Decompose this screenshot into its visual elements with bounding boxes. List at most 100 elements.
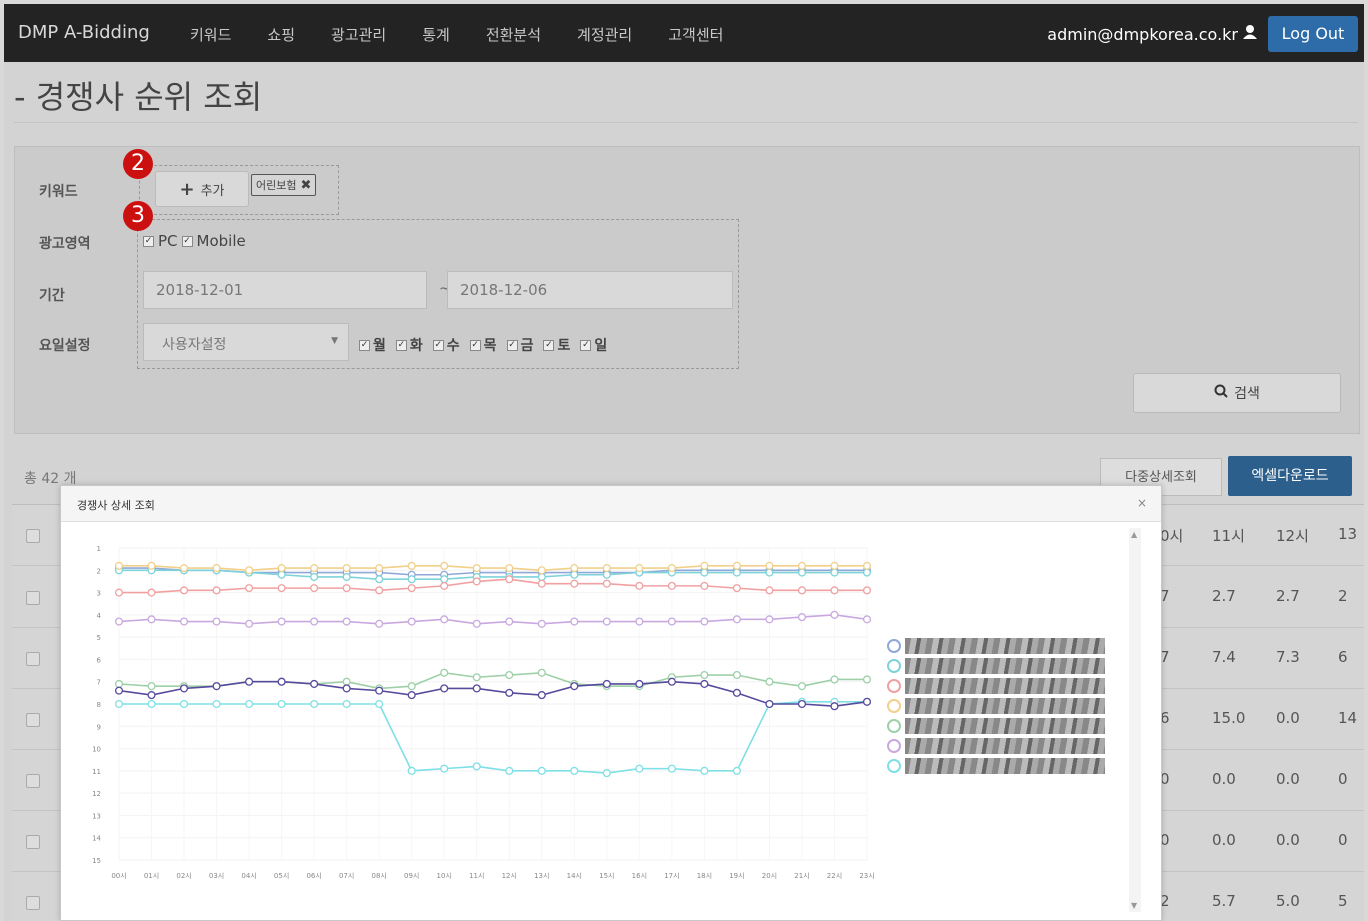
series-point [114,561,124,570]
day-checkbox[interactable]: ✓ [359,339,370,351]
y-tick-label: 15 [92,857,101,865]
series-point [570,570,579,579]
series-line [118,680,868,708]
legend-item[interactable] [887,716,1105,736]
legend-label-redacted [905,638,1105,654]
logout-button[interactable]: Log Out [1268,16,1358,52]
series-point [245,584,254,593]
legend-item[interactable] [887,656,1105,676]
series-point [830,568,839,577]
menu-item-shopping[interactable]: 쇼핑 [267,24,295,45]
add-keyword-button[interactable]: + 추가 [155,171,249,207]
day-label: 토 [557,338,571,354]
scroll-up-icon[interactable]: ▲ [1131,530,1137,539]
series-point [537,619,546,628]
remove-tag-icon[interactable]: ✖ [300,178,311,193]
legend-item[interactable] [887,676,1105,696]
series-point [830,702,839,711]
series-point [700,670,709,680]
table-cell: 2 [1338,587,1348,605]
legend-marker [887,759,901,773]
series-point [830,586,839,595]
legend-marker [887,659,901,673]
series-point [407,682,416,691]
pc-checkbox[interactable]: ✓ [143,235,154,247]
legend-item[interactable] [887,636,1105,656]
series-point [277,584,286,593]
user-icon [1242,24,1258,44]
series-point [245,566,254,575]
series-point [342,584,351,593]
x-tick-label: 03시 [209,872,224,880]
excel-download-button[interactable]: 엑셀다운로드 [1228,456,1352,496]
legend-item[interactable] [887,736,1105,756]
series-point [375,575,384,584]
series-point [375,686,384,695]
select-all-checkbox[interactable] [26,529,40,543]
legend-label-redacted [905,718,1105,734]
day-checkbox[interactable]: ✓ [506,339,518,351]
series-point [635,679,644,688]
menu-item-ad-management[interactable]: 광고관리 [331,24,386,45]
row-checkbox[interactable] [26,896,40,910]
legend-item[interactable] [887,696,1105,716]
row-checkbox[interactable] [26,835,40,849]
modal-title: 경쟁사 상세 조회 [77,499,155,512]
series-point [732,584,741,593]
search-button[interactable]: 검색 [1133,373,1341,413]
row-checkbox[interactable] [26,774,40,788]
y-tick-label: 13 [92,812,101,820]
day-checkbox[interactable]: ✓ [580,339,592,351]
series-point [700,568,709,577]
day-checkbox[interactable]: ✓ [469,339,481,351]
table-cell: 0 [1338,831,1348,849]
menu-item-account[interactable]: 계정관리 [577,24,632,45]
modal-scrollbar[interactable]: ▲ ▼ [1129,528,1141,912]
legend-marker [887,639,901,653]
user-account[interactable]: admin@dmpkorea.co.kr [1047,24,1258,44]
table-cell: 7.4 [1212,648,1236,666]
series-point [245,677,254,686]
start-date-input[interactable]: 2018-12-01 [143,271,427,309]
y-tick-label: 3 [97,590,101,598]
menu-item-keyword[interactable]: 키워드 [190,24,231,45]
row-checkbox[interactable] [26,713,40,727]
series-point [440,561,449,570]
series-point [570,564,579,573]
series-point [602,679,611,688]
series-point [765,677,774,686]
row-checkbox[interactable] [26,652,40,666]
brand-logo[interactable]: DMP A-Bidding [18,22,150,43]
day-checkbox[interactable]: ✓ [432,339,444,351]
legend-item[interactable] [887,756,1105,776]
row-checkbox[interactable] [26,591,40,605]
series-point [114,588,124,597]
series-point [114,699,124,709]
series-point [765,586,774,595]
series-point [310,617,319,626]
series-point [440,575,449,584]
x-tick-label: 08시 [371,872,386,880]
series-point [440,684,449,693]
scroll-down-icon[interactable]: ▼ [1131,901,1137,910]
weekday-select[interactable]: 사용자설정 ▼ [143,323,349,361]
menu-item-statistics[interactable]: 통계 [422,24,450,45]
day-checkbox[interactable]: ✓ [395,339,407,351]
table-cell: 5.7 [1212,892,1236,910]
pc-label: PC [158,232,178,250]
x-tick-label: 22시 [827,872,842,880]
close-icon[interactable]: × [1137,496,1147,510]
table-cell: 0.0 [1212,831,1236,849]
keyword-tag[interactable]: 어린보험 ✖ [251,174,317,196]
table-cell: 2.7 [1212,587,1236,605]
series-line [118,614,868,625]
menu-item-conversion[interactable]: 전환분석 [486,24,541,45]
mobile-checkbox[interactable]: ✓ [181,235,193,247]
series-point [700,766,709,775]
series-point [375,619,384,628]
series-point [277,564,286,573]
day-checkbox[interactable]: ✓ [543,339,555,351]
menu-item-support[interactable]: 고객센터 [668,24,723,45]
end-date-input[interactable]: 2018-12-06 [447,271,733,309]
series-point [407,561,416,570]
